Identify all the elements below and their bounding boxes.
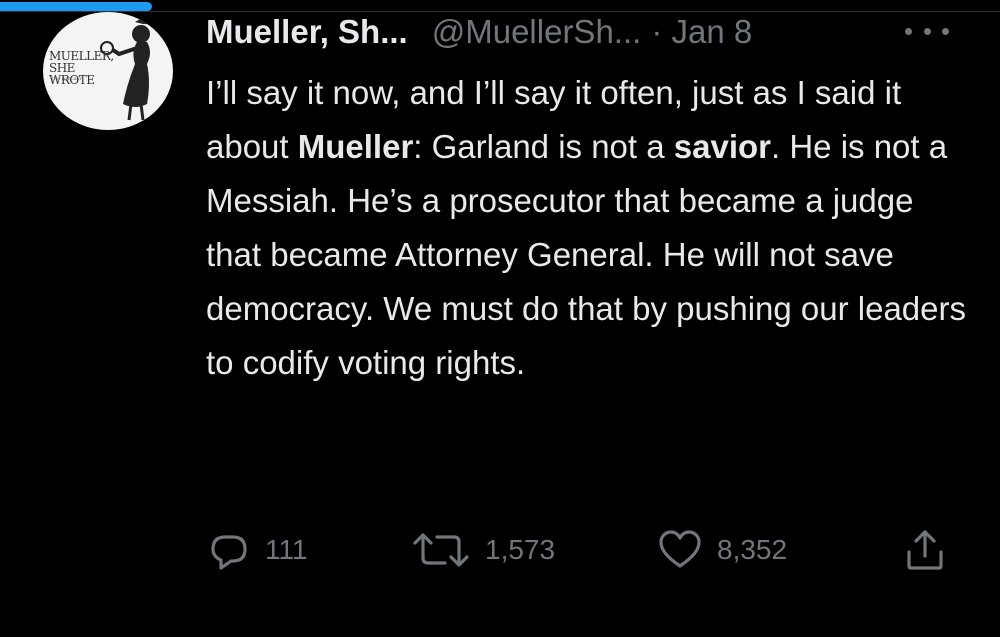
retweet-icon: [413, 533, 469, 567]
tweet-header: Mueller, Sh... @MuellerSh... · Jan 8: [206, 10, 752, 54]
retweet-count: 1,573: [485, 534, 556, 565]
share-button[interactable]: [903, 528, 947, 572]
reply-button[interactable]: 111: [207, 528, 308, 572]
avatar[interactable]: MUELLER, SHE WROTE THE PODCAST: [43, 12, 173, 130]
share-icon: [907, 530, 943, 570]
tweet-text: I’ll say it now, and I’ll say it often, …: [206, 66, 976, 390]
progress-indicator: [0, 2, 152, 11]
more-options-icon[interactable]: [905, 20, 949, 42]
user-handle[interactable]: @MuellerSh...: [432, 13, 642, 51]
reply-icon: [211, 535, 247, 570]
heart-icon: [659, 530, 701, 568]
display-name[interactable]: Mueller, Sh...: [206, 13, 408, 51]
like-button[interactable]: 8,352: [657, 528, 787, 572]
text-segment-bold: Mueller: [297, 128, 414, 165]
reply-count: 111: [265, 534, 308, 565]
like-count: 8,352: [717, 534, 788, 565]
text-segment: . He is not a Messiah. He’s a prosecutor…: [206, 128, 966, 381]
logo-subtitle: THE PODCAST: [51, 76, 82, 81]
text-segment-bold: savior: [673, 128, 772, 165]
tweet-actions: 111 1,573 8,352: [207, 528, 967, 572]
text-segment: : Garland is not a: [413, 128, 674, 165]
retweet-button[interactable]: 1,573: [411, 528, 555, 572]
tweet-date[interactable]: · Jan 8: [651, 13, 752, 51]
